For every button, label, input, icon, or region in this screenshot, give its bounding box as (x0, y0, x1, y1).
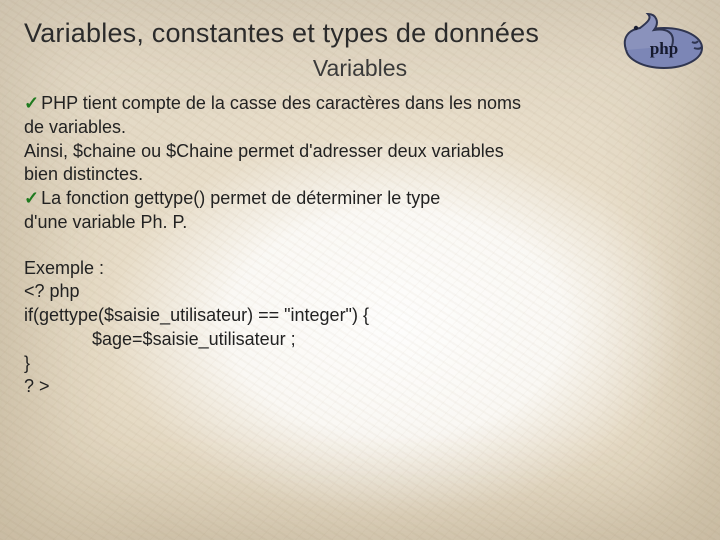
text: PHP tient compte de la casse des caractè… (41, 93, 521, 113)
body-text: ✓PHP tient compte de la casse des caract… (24, 92, 696, 399)
bullet-1-line-2: de variables. (24, 116, 696, 140)
bullet-2-line-1: ✓La fonction gettype() permet de détermi… (24, 187, 696, 211)
bullet-1-line-1: ✓PHP tient compte de la casse des caract… (24, 92, 696, 116)
slide-content: Variables, constantes et types de donnée… (24, 18, 696, 520)
bullet-1-line-3: Ainsi, $chaine ou $Chaine permet d'adres… (24, 140, 696, 164)
code-line-2: if(gettype($saisie_utilisateur) == "inte… (24, 304, 696, 328)
bullet-1-line-4: bien distinctes. (24, 163, 696, 187)
code-line-5: ? > (24, 375, 696, 399)
slide-title: Variables, constantes et types de donnée… (24, 18, 696, 49)
text: La fonction gettype() permet de détermin… (41, 188, 440, 208)
bullet-2-line-2: d'une variable Ph. P. (24, 211, 696, 235)
code-line-3: $age=$saisie_utilisateur ; (24, 328, 696, 352)
code-line-1: <? php (24, 280, 696, 304)
slide-subtitle: Variables (24, 55, 696, 82)
check-icon: ✓ (24, 188, 39, 208)
code-line-4: } (24, 352, 696, 376)
example-heading: Exemple : (24, 257, 696, 281)
check-icon: ✓ (24, 93, 39, 113)
